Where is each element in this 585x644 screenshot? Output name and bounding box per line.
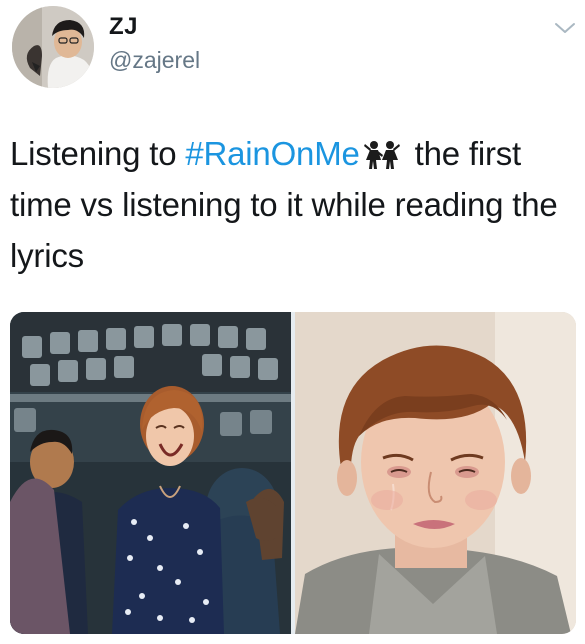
media-grid xyxy=(10,312,576,634)
tweet-text-before: Listening to xyxy=(10,135,186,172)
chevron-down-icon[interactable] xyxy=(553,20,577,36)
tweet-card: ZJ @zajerel Listening to #RainOnMe the f… xyxy=(0,0,585,644)
display-name[interactable]: ZJ xyxy=(109,13,138,41)
women-dancing-emoji-icon xyxy=(363,141,400,169)
media-photo-crying[interactable] xyxy=(295,312,576,634)
user-handle[interactable]: @zajerel xyxy=(109,47,200,74)
crying-woman-photo-icon xyxy=(295,312,576,634)
profile-photo-icon xyxy=(12,6,94,88)
laughing-woman-in-auditorium-photo-icon xyxy=(10,312,291,634)
tweet-text: Listening to #RainOnMe the first time vs… xyxy=(10,128,570,281)
avatar[interactable] xyxy=(12,6,94,88)
hashtag-link[interactable]: #RainOnMe xyxy=(185,135,359,172)
media-photo-laughing[interactable] xyxy=(10,312,291,634)
